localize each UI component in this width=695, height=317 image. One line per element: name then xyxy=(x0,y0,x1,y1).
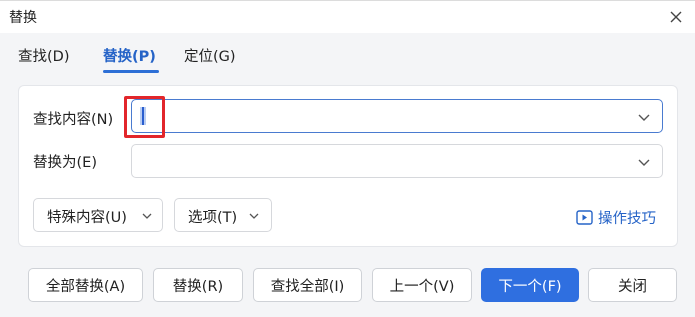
find-all-button[interactable]: 查找全部(I) xyxy=(253,268,362,302)
find-label: 查找内容(N) xyxy=(33,112,114,128)
active-tab-indicator xyxy=(103,70,159,73)
title-bar: 替换 xyxy=(0,1,695,33)
replace-all-button[interactable]: 全部替换(A) xyxy=(28,268,143,302)
text-caret xyxy=(140,107,146,125)
previous-button[interactable]: 上一个(V) xyxy=(372,268,472,302)
tab-find[interactable]: 查找(D) xyxy=(18,45,69,66)
chevron-down-icon xyxy=(249,213,259,219)
chevron-down-icon xyxy=(142,213,152,219)
play-square-icon xyxy=(576,209,593,225)
options-label: 选项(T) xyxy=(188,210,238,226)
window-title: 替换 xyxy=(9,10,37,26)
find-input[interactable] xyxy=(131,99,663,133)
special-content-dropdown[interactable]: 特殊内容(U) xyxy=(33,198,163,232)
close-button[interactable]: 关闭 xyxy=(588,268,677,302)
close-icon[interactable] xyxy=(665,6,687,28)
tips-label: 操作技巧 xyxy=(598,210,656,227)
replace-dialog: 替换 查找(D) 替换(P) 定位(G) 查找内容(N) 替换为(E) 特殊内容… xyxy=(0,0,695,317)
chevron-down-icon[interactable] xyxy=(637,110,651,124)
tab-bar: 查找(D) 替换(P) 定位(G) xyxy=(0,33,695,73)
replace-button[interactable]: 替换(R) xyxy=(153,268,243,302)
tips-link[interactable]: 操作技巧 xyxy=(576,207,656,227)
replace-label: 替换为(E) xyxy=(33,155,97,171)
chevron-down-icon[interactable] xyxy=(637,155,651,169)
options-dropdown[interactable]: 选项(T) xyxy=(174,198,272,232)
special-content-label: 特殊内容(U) xyxy=(47,210,127,226)
replace-input[interactable] xyxy=(131,144,663,178)
next-button[interactable]: 下一个(F) xyxy=(481,268,579,302)
tab-goto[interactable]: 定位(G) xyxy=(184,45,236,66)
tab-replace[interactable]: 替换(P) xyxy=(103,45,156,66)
